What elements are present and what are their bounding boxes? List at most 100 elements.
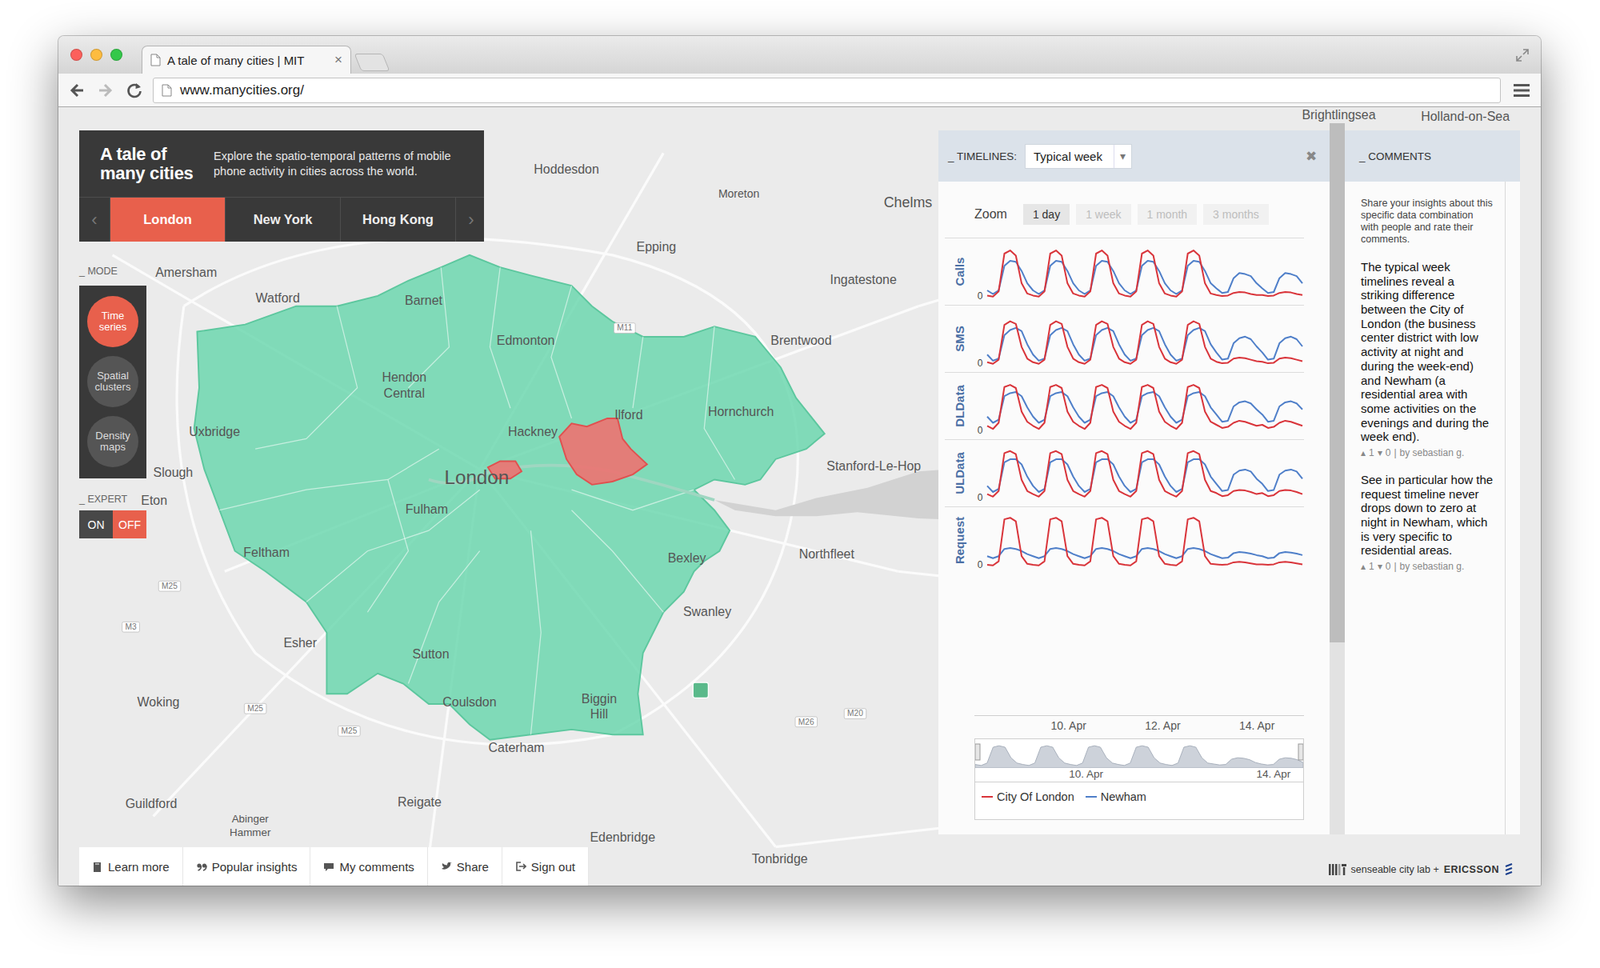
map-label: Bexley <box>668 551 707 565</box>
range-handle[interactable] <box>1298 744 1304 760</box>
new-tab-button[interactable] <box>354 53 391 72</box>
line-chart[interactable] <box>985 305 1304 372</box>
mode-label: _ MODE <box>79 265 118 277</box>
navigator[interactable]: 10. Apr14. Apr <box>974 738 1304 782</box>
map-label: Hackney <box>508 424 558 439</box>
line-chart[interactable] <box>985 372 1304 440</box>
footer-button[interactable]: My comments <box>310 847 428 886</box>
toggle-option[interactable]: OFF <box>112 510 147 539</box>
map-label: Uxbridge <box>188 424 240 439</box>
scrollbar[interactable] <box>1329 123 1345 835</box>
minimize-button[interactable] <box>90 48 103 61</box>
zoom-button[interactable] <box>110 48 123 61</box>
close-button[interactable] <box>70 48 83 61</box>
range-handle[interactable] <box>975 744 980 760</box>
road-label: M26 <box>798 717 815 727</box>
zoom-button[interactable]: 1 day <box>1023 204 1070 225</box>
navigator-area <box>975 745 1304 768</box>
mode-button[interactable]: Spatial clusters <box>87 356 139 408</box>
highlighted-area[interactable] <box>559 418 648 485</box>
london-area[interactable] <box>194 255 825 740</box>
footer-button[interactable]: Sign out <box>502 847 589 886</box>
y-axis: 0 <box>974 238 986 305</box>
map-label: Swanley <box>683 604 732 619</box>
upvote-button[interactable]: ▴ <box>1360 560 1366 572</box>
charts: Calls0SMS0DLData0ULData0Request0 <box>944 237 1304 574</box>
zoom-button-label: 3 months <box>1212 208 1260 221</box>
x-tick: 14. Apr <box>1239 719 1275 732</box>
browser-tab[interactable]: A tale of many cities | MIT× <box>141 45 352 74</box>
book-icon <box>92 860 104 872</box>
footer-button[interactable]: Share <box>428 847 503 886</box>
meta-separator: | <box>1393 560 1396 572</box>
zoom-button: 1 week <box>1076 204 1131 225</box>
comment-meta: ▴1▾0|by sebastian g. <box>1360 560 1494 572</box>
mode-button[interactable]: Density maps <box>87 416 139 468</box>
chart-title: ULData <box>952 452 967 495</box>
close-button[interactable]: ✖ <box>1305 148 1317 165</box>
y-tick: 0 <box>977 424 984 436</box>
upvote-count: 1 <box>1368 560 1375 572</box>
upvote-count: 1 <box>1368 447 1375 459</box>
y-axis: 0 <box>974 440 986 507</box>
river <box>428 465 715 500</box>
footer-button-label: Learn more <box>108 860 170 874</box>
footer-button[interactable]: Learn more <box>79 847 184 886</box>
toggle-option[interactable]: ON <box>79 510 113 539</box>
partner-name: ERICSSON <box>1444 864 1500 876</box>
mode-button[interactable]: Time series <box>87 296 139 348</box>
prev-city-button[interactable]: ‹ <box>79 197 110 242</box>
map-label: Eton <box>140 493 168 508</box>
map-label: Fulham <box>405 502 448 516</box>
comment-text: See in particular how the request timeli… <box>1360 472 1494 558</box>
map-label: Barnet <box>404 293 444 308</box>
back-arrow-icon[interactable] <box>68 81 86 100</box>
legend-swatch <box>981 796 993 798</box>
zoom-button-label: 1 month <box>1147 208 1188 221</box>
line-chart[interactable] <box>985 238 1304 305</box>
forward-arrow-icon[interactable] <box>96 81 115 100</box>
reload-icon[interactable] <box>125 81 144 100</box>
map-label: London <box>444 466 509 488</box>
comment-text: The typical week timelines reveal a stri… <box>1360 260 1494 444</box>
legend-item[interactable]: Newham <box>1085 790 1147 804</box>
line-chart[interactable] <box>985 507 1304 574</box>
city-tab[interactable]: New York <box>224 197 340 242</box>
url-field[interactable]: www.manycities.org/ <box>152 77 1501 104</box>
city-tab[interactable]: London <box>109 197 225 242</box>
zoom-row: Zoom1 day1 week1 month3 months <box>974 202 1304 227</box>
map-label: Sutton <box>412 647 449 661</box>
timelines-label: _ TIMELINES: <box>948 150 1017 163</box>
app-title: A tale of many cities <box>100 144 214 182</box>
dropdown-arrow: ▾ <box>1113 144 1132 168</box>
next-city-button[interactable]: › <box>455 197 487 242</box>
footer-button-label: Sign out <box>531 860 576 874</box>
downvote-button[interactable]: ▾ <box>1377 447 1383 459</box>
city-tab[interactable]: Hong Kong <box>340 197 456 242</box>
map-label: Ilford <box>614 408 643 422</box>
menu-icon[interactable] <box>1512 81 1532 100</box>
address-bar: www.manycities.org/ <box>58 73 1541 108</box>
footer-button[interactable]: Popular insights <box>183 847 312 886</box>
map-label: Hendon <box>381 370 427 384</box>
fullscreen-icon[interactable] <box>1515 48 1530 63</box>
map-label: Amersham <box>155 265 217 280</box>
x-tick: 10. Apr <box>1051 719 1087 732</box>
legend-item[interactable]: City Of London <box>981 790 1075 804</box>
map-label: Brightlingsea <box>1301 108 1376 122</box>
comment-author: by sebastian g. <box>1400 447 1465 459</box>
y-axis: 0 <box>974 507 986 574</box>
tab-close-button[interactable]: × <box>334 52 343 68</box>
downvote-count: 0 <box>1385 447 1392 459</box>
timeline-dropdown[interactable]: Typical week▾ <box>1024 144 1132 169</box>
window-controls <box>58 48 123 61</box>
line-chart[interactable] <box>985 440 1304 507</box>
expert-toggle[interactable]: ONOFF <box>79 510 147 539</box>
upvote-button[interactable]: ▴ <box>1360 447 1366 459</box>
chart-title: Calls <box>952 257 967 287</box>
road-label: M25 <box>341 726 358 736</box>
url-text: www.manycities.org/ <box>180 82 304 99</box>
y-tick: 0 <box>977 290 984 302</box>
legend-swatch <box>1085 796 1097 798</box>
downvote-button[interactable]: ▾ <box>1377 560 1383 572</box>
